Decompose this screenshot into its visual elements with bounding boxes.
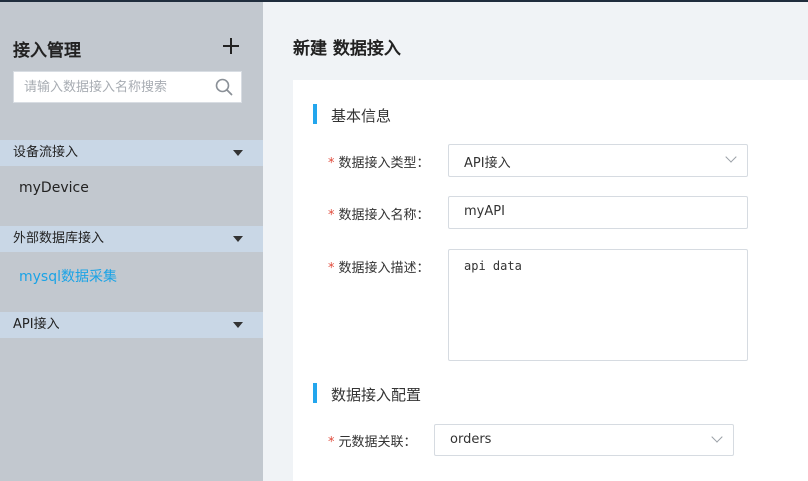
label-description: * 数据接入描述： [328, 261, 430, 276]
caret-down-icon [233, 236, 243, 242]
section-title-basic: 基本信息 [331, 107, 392, 125]
caret-down-icon [233, 322, 243, 328]
label-metadata: * 元数据关联： [328, 435, 417, 450]
search-input[interactable] [14, 72, 214, 102]
group-header-device-stream[interactable]: 设备流接入 [0, 140, 263, 166]
group-label: 设备流接入 [13, 145, 79, 160]
chevron-down-icon [725, 151, 737, 163]
caret-down-icon [233, 150, 243, 156]
group-header-api[interactable]: API接入 [0, 312, 263, 338]
page-title: 新建 数据接入 [293, 39, 401, 59]
select-value: API接入 [464, 156, 511, 171]
plus-icon[interactable] [219, 34, 243, 58]
search-box [13, 71, 242, 103]
required-mark: * [328, 208, 335, 223]
name-input[interactable]: myAPI [448, 196, 748, 229]
form-card: 基本信息 * 数据接入类型： API接入 * 数据接入名称： myAPI * 数据接入… [293, 80, 808, 481]
sidebar-title: 接入管理 [13, 41, 81, 61]
input-value: myAPI [464, 204, 505, 219]
sidebar-item-mydevice[interactable]: myDevice [19, 180, 89, 196]
section-accent-bar [313, 104, 317, 124]
section-title-config: 数据接入配置 [331, 386, 422, 404]
type-select[interactable]: API接入 [448, 144, 748, 177]
required-mark: * [328, 261, 335, 276]
sidebar: 接入管理 设备流接入 myDevice 外部数据库接入 mysql数据采集 AP… [0, 2, 263, 481]
required-mark: * [328, 156, 335, 171]
metadata-select[interactable]: orders [434, 424, 734, 456]
chevron-down-icon [711, 431, 723, 443]
label-name: * 数据接入名称： [328, 208, 430, 223]
required-mark: * [328, 435, 335, 450]
search-icon[interactable] [215, 78, 233, 96]
group-label: API接入 [13, 317, 60, 332]
section-accent-bar [313, 383, 317, 403]
description-textarea[interactable]: api data [448, 249, 748, 361]
label-type: * 数据接入类型： [328, 156, 430, 171]
group-label: 外部数据库接入 [13, 231, 105, 246]
sidebar-item-mysql[interactable]: mysql数据采集 [19, 266, 117, 286]
select-value: orders [450, 432, 492, 447]
group-header-external-db[interactable]: 外部数据库接入 [0, 226, 263, 252]
